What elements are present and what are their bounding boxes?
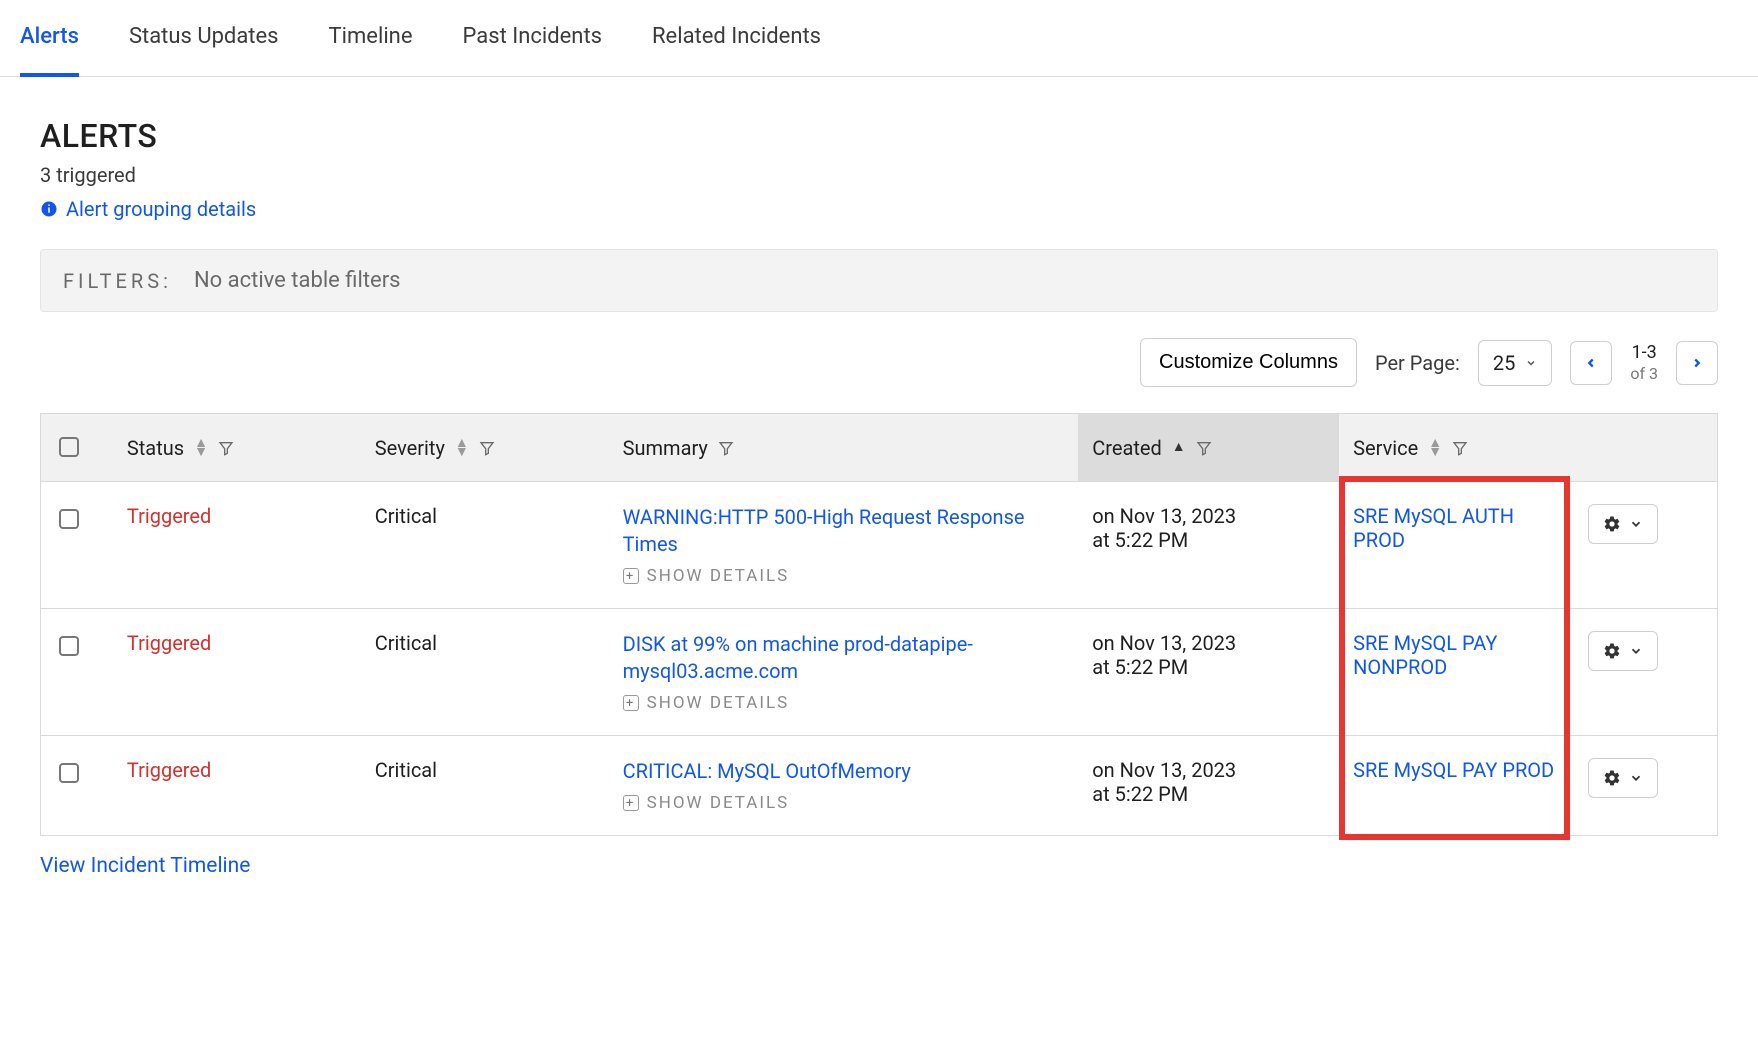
show-details-label: SHOW DETAILS xyxy=(647,566,790,586)
sort-icon: ▲▼ xyxy=(1428,439,1442,456)
show-details-label: SHOW DETAILS xyxy=(647,793,790,813)
tab-related-incidents[interactable]: Related Incidents xyxy=(652,0,821,77)
show-details-label: SHOW DETAILS xyxy=(647,693,790,713)
chevron-down-icon xyxy=(1629,644,1643,658)
row-actions-button[interactable] xyxy=(1588,631,1658,671)
filter-icon[interactable] xyxy=(718,440,734,456)
expand-icon: + xyxy=(623,695,639,711)
severity-value: Critical xyxy=(375,504,437,528)
header-service-label: Service xyxy=(1353,436,1418,460)
per-page-label: Per Page: xyxy=(1375,351,1460,375)
created-date: on Nov 13, 2023 xyxy=(1092,758,1325,782)
alert-summary-link[interactable]: WARNING:HTTP 500-High Request Response T… xyxy=(623,504,1065,558)
header-summary-label: Summary xyxy=(623,436,708,460)
header-select-all xyxy=(41,414,113,482)
filters-bar: FILTERS: No active table filters xyxy=(40,249,1718,312)
chevron-down-icon xyxy=(1629,517,1643,531)
header-created-label: Created xyxy=(1092,436,1162,460)
created-time: at 5:22 PM xyxy=(1092,655,1325,679)
header-summary[interactable]: Summary xyxy=(609,414,1079,482)
customize-columns-label: Customize Columns xyxy=(1159,351,1338,374)
customize-columns-button[interactable]: Customize Columns xyxy=(1140,338,1357,387)
row-checkbox[interactable] xyxy=(59,509,79,529)
per-page-value: 25 xyxy=(1493,351,1515,375)
header-status-label: Status xyxy=(127,436,184,460)
filter-icon[interactable] xyxy=(1196,440,1212,456)
sort-asc-icon: ▲ xyxy=(1172,443,1186,451)
header-service[interactable]: Service ▲▼ xyxy=(1339,414,1574,482)
header-severity[interactable]: Severity ▲▼ xyxy=(361,414,609,482)
alerts-table-wrap: Status ▲▼ Severity ▲▼ xyxy=(40,413,1718,836)
alert-summary-link[interactable]: CRITICAL: MySQL OutOfMemory xyxy=(623,758,1065,785)
tabs-nav: Alerts Status Updates Timeline Past Inci… xyxy=(0,0,1758,77)
sort-icon: ▲▼ xyxy=(194,439,208,456)
chevron-down-icon xyxy=(1525,357,1537,369)
select-all-checkbox[interactable] xyxy=(59,437,79,457)
filter-icon[interactable] xyxy=(479,440,495,456)
row-checkbox[interactable] xyxy=(59,636,79,656)
triggered-count: 3 triggered xyxy=(40,163,1718,187)
severity-value: Critical xyxy=(375,631,437,655)
info-icon xyxy=(40,200,58,218)
pager-total: of 3 xyxy=(1630,364,1658,383)
filters-label: FILTERS: xyxy=(63,269,172,293)
show-details-toggle[interactable]: + SHOW DETAILS xyxy=(623,793,790,813)
header-status[interactable]: Status ▲▼ xyxy=(113,414,361,482)
created-date: on Nov 13, 2023 xyxy=(1092,631,1325,655)
header-severity-label: Severity xyxy=(375,436,445,460)
status-value: Triggered xyxy=(127,504,211,528)
expand-icon: + xyxy=(623,568,639,584)
page-title: ALERTS xyxy=(40,117,1718,155)
status-value: Triggered xyxy=(127,758,211,782)
tab-past-incidents[interactable]: Past Incidents xyxy=(462,0,602,77)
header-actions xyxy=(1574,414,1718,482)
show-details-toggle[interactable]: + SHOW DETAILS xyxy=(623,566,790,586)
row-checkbox[interactable] xyxy=(59,763,79,783)
row-actions-button[interactable] xyxy=(1588,758,1658,798)
table-row: Triggered Critical WARNING:HTTP 500-High… xyxy=(41,482,1718,609)
gear-icon xyxy=(1603,515,1621,533)
view-incident-timeline-link[interactable]: View Incident Timeline xyxy=(40,854,250,878)
alert-grouping-link[interactable]: Alert grouping details xyxy=(40,197,256,221)
filter-icon[interactable] xyxy=(1452,440,1468,456)
pager-next-button[interactable] xyxy=(1676,341,1718,385)
tab-status-updates[interactable]: Status Updates xyxy=(129,0,279,77)
service-link[interactable]: SRE MySQL AUTH PROD xyxy=(1353,504,1514,552)
service-link[interactable]: SRE MySQL PAY NONPROD xyxy=(1353,631,1497,679)
pager-range: 1-3 xyxy=(1632,342,1657,363)
expand-icon: + xyxy=(623,795,639,811)
created-time: at 5:22 PM xyxy=(1092,782,1325,806)
alert-grouping-label: Alert grouping details xyxy=(66,197,256,221)
table-toolbar: Customize Columns Per Page: 25 1-3 of 3 xyxy=(40,338,1718,387)
tab-timeline[interactable]: Timeline xyxy=(329,0,413,77)
alerts-table: Status ▲▼ Severity ▲▼ xyxy=(40,413,1718,836)
sort-icon: ▲▼ xyxy=(455,439,469,456)
header-created[interactable]: Created ▲ xyxy=(1078,414,1339,482)
pager-info: 1-3 of 3 xyxy=(1630,342,1658,383)
tab-alerts[interactable]: Alerts xyxy=(20,0,79,77)
created-time: at 5:22 PM xyxy=(1092,528,1325,552)
created-date: on Nov 13, 2023 xyxy=(1092,504,1325,528)
show-details-toggle[interactable]: + SHOW DETAILS xyxy=(623,693,790,713)
service-link[interactable]: SRE MySQL PAY PROD xyxy=(1353,758,1554,782)
row-actions-button[interactable] xyxy=(1588,504,1658,544)
table-row: Triggered Critical CRITICAL: MySQL OutOf… xyxy=(41,736,1718,836)
alert-summary-link[interactable]: DISK at 99% on machine prod-datapipe-mys… xyxy=(623,631,1065,685)
filter-icon[interactable] xyxy=(218,440,234,456)
pager-prev-button[interactable] xyxy=(1570,341,1612,385)
status-value: Triggered xyxy=(127,631,211,655)
filters-text: No active table filters xyxy=(194,268,401,293)
gear-icon xyxy=(1603,642,1621,660)
per-page-select[interactable]: 25 xyxy=(1478,340,1552,386)
table-row: Triggered Critical DISK at 99% on machin… xyxy=(41,609,1718,736)
chevron-down-icon xyxy=(1629,771,1643,785)
severity-value: Critical xyxy=(375,758,437,782)
gear-icon xyxy=(1603,769,1621,787)
